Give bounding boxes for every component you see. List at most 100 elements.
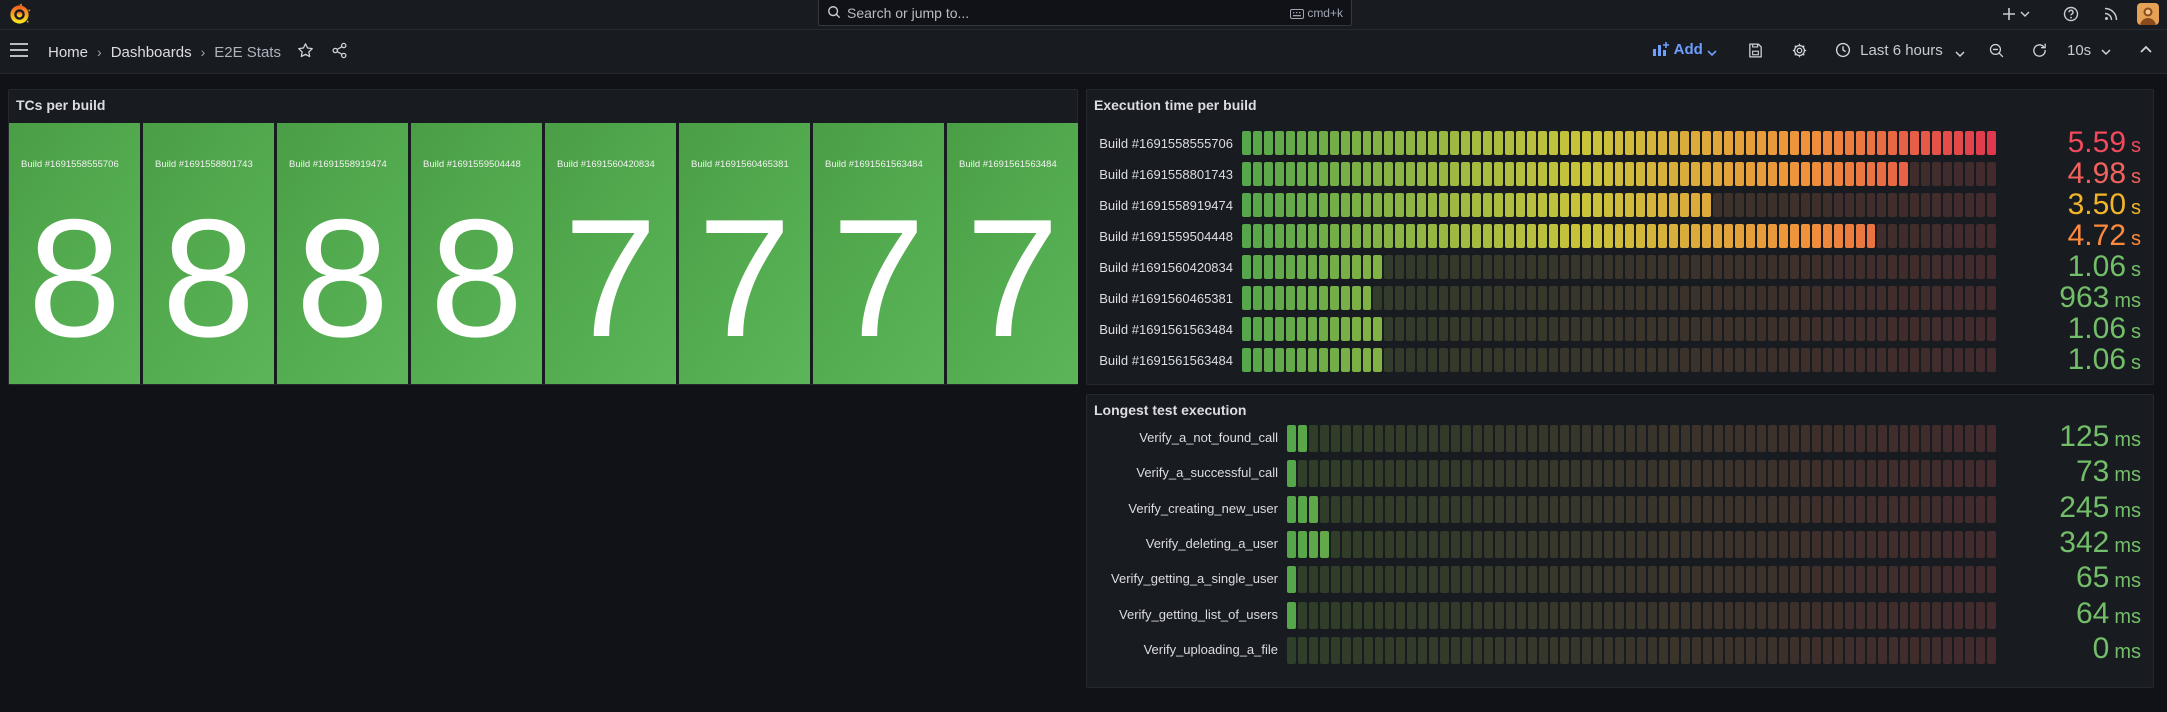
bar-gauge-cell xyxy=(1636,193,1646,217)
breadcrumb-dashboards[interactable]: Dashboards xyxy=(111,44,192,61)
stat-tile[interactable]: Build #1691558555706 8 xyxy=(9,123,140,384)
bar-gauge-cell xyxy=(1636,348,1646,372)
panel-tcs-per-build[interactable]: TCs per build Build #1691558555706 8 Build… xyxy=(8,89,1078,385)
bar-gauge-row[interactable]: Build #1691558555706 5.59 s xyxy=(1087,128,2153,158)
share-icon[interactable] xyxy=(331,42,348,59)
bar-gauge-row[interactable]: Build #1691561563484 1.06 s xyxy=(1087,314,2153,344)
bar-gauge-cell xyxy=(1515,255,1525,279)
bar-gauge-row[interactable]: Verify_a_not_found_call 125 ms xyxy=(1087,422,2153,452)
refresh-icon[interactable] xyxy=(2031,42,2048,59)
bar-gauge-row[interactable]: Verify_deleting_a_user 342 ms xyxy=(1087,527,2153,558)
bar-gauge-cell xyxy=(1877,224,1887,248)
help-icon[interactable] xyxy=(2063,6,2079,22)
star-icon[interactable] xyxy=(297,42,314,59)
bar-gauge-cell xyxy=(1713,425,1723,452)
bar-gauge-cell xyxy=(1527,495,1537,523)
bar-gauge-row[interactable]: Build #1691558919474 3.50 s xyxy=(1087,190,2153,220)
bar-gauge-cell xyxy=(1428,255,1438,279)
plus-icon[interactable] xyxy=(2002,7,2016,21)
bar-gauge-cell xyxy=(1735,601,1745,629)
zoom-out-icon[interactable] xyxy=(1988,42,2005,59)
stat-tile[interactable]: Build #1691558919474 8 xyxy=(277,123,408,384)
bar-gauge-cell xyxy=(1669,224,1679,248)
chevron-down-icon xyxy=(2101,49,2111,56)
bar-gauge-cell xyxy=(1800,162,1810,186)
bar-gauge-cell xyxy=(1647,530,1657,558)
bar-gauge-cell xyxy=(1285,193,1295,217)
search-placeholder: Search or jump to... xyxy=(847,5,970,21)
stat-tile[interactable]: Build #1691560465381 7 xyxy=(679,123,810,384)
stat-tile[interactable]: Build #1691561563484 7 xyxy=(947,123,1078,384)
bar-gauge-cell xyxy=(1779,566,1789,594)
bar-gauge-row[interactable]: Verify_getting_a_single_user 65 ms xyxy=(1087,563,2153,594)
bar-gauge-row[interactable]: Build #1691561563484 1.06 s xyxy=(1087,345,2153,375)
bar-gauge-cell xyxy=(1899,348,1909,372)
bar-gauge-cell xyxy=(1604,460,1614,488)
bar-gauge-cell xyxy=(1822,224,1832,248)
bar-gauge-cell xyxy=(1790,566,1800,594)
bar-gauge-row[interactable]: Build #1691558801743 4.98 s xyxy=(1087,159,2153,189)
bar-gauge-cell xyxy=(1921,348,1931,372)
settings-icon[interactable] xyxy=(1791,42,1808,59)
stat-tile[interactable]: Build #1691560420834 7 xyxy=(545,123,676,384)
bar-gauge-row[interactable]: Verify_getting_list_of_users 64 ms xyxy=(1087,598,2153,629)
bar-gauge-value-number: 73 xyxy=(2075,455,2110,489)
bar-gauge-cell xyxy=(1252,255,1262,279)
bar-gauge-row[interactable]: Build #1691560420834 1.06 s xyxy=(1087,252,2153,282)
bar-gauge-cell xyxy=(1516,460,1526,488)
chevron-right-icon: › xyxy=(200,44,206,61)
bar-gauge-cell xyxy=(1910,348,1920,372)
bar-gauge-cell xyxy=(1406,255,1416,279)
bar-gauge-cell xyxy=(1570,286,1580,310)
bar-gauge-cell xyxy=(1987,317,1996,341)
bar-gauge-row[interactable]: Verify_a_successful_call 73 ms xyxy=(1087,457,2153,488)
bar-gauge-row[interactable]: Verify_uploading_a_file 0 ms xyxy=(1087,633,2153,664)
bar-gauge-cell xyxy=(1965,255,1975,279)
bar-gauge-cell xyxy=(1669,601,1679,629)
breadcrumb-home[interactable]: Home xyxy=(48,44,88,61)
bar-gauge-cell xyxy=(1472,162,1482,186)
bar-gauge-cell xyxy=(1680,348,1690,372)
refresh-interval-picker[interactable]: 10s xyxy=(2067,42,2111,59)
time-range-picker[interactable]: Last 6 hours xyxy=(1835,42,1965,59)
stat-tile[interactable]: Build #1691561563484 7 xyxy=(813,123,944,384)
user-avatar[interactable] xyxy=(2137,3,2159,25)
bar-gauge-cell xyxy=(1822,131,1832,155)
bar-gauge-cell xyxy=(1396,530,1406,558)
panel-longest-test-execution[interactable]: Longest test execution Verify_a_not_foun… xyxy=(1086,394,2154,688)
bar-gauge-row[interactable]: Build #1691560465381 963 ms xyxy=(1087,283,2153,313)
collapse-icon[interactable] xyxy=(2139,44,2153,54)
bar-gauge-cell xyxy=(1462,530,1471,558)
bar-gauge-cell xyxy=(1318,224,1328,248)
bar-gauge-cell xyxy=(1658,348,1668,372)
bar-gauge-cell xyxy=(1592,286,1602,310)
bar-gauge-cell xyxy=(1724,530,1734,558)
bar-gauge-cell xyxy=(1910,495,1920,523)
chevron-down-icon[interactable] xyxy=(2020,10,2030,18)
add-button[interactable]: Add xyxy=(1652,41,1717,58)
grafana-logo[interactable] xyxy=(8,3,31,26)
bar-gauge-cell xyxy=(1604,636,1614,664)
panel-execution-time-per-build[interactable]: Execution time per build Build #16915585… xyxy=(1086,89,2154,385)
bar-gauge-cell xyxy=(1604,566,1614,594)
bar-gauge-cell xyxy=(1526,286,1536,310)
news-icon[interactable] xyxy=(2104,7,2118,21)
bar-gauge-cell xyxy=(1888,286,1898,310)
bar-gauge-cell xyxy=(1581,131,1591,155)
bar-gauge-cell xyxy=(1614,286,1624,310)
bar-gauge-cell xyxy=(1252,286,1262,310)
bar-gauge-row[interactable]: Build #1691559504448 4.72 s xyxy=(1087,221,2153,251)
bar-gauge-cell xyxy=(1789,224,1799,248)
bar-gauge-cell xyxy=(1242,162,1251,186)
menu-icon[interactable] xyxy=(9,42,29,58)
save-icon[interactable] xyxy=(1747,42,1764,59)
stat-tile[interactable]: Build #1691558801743 8 xyxy=(143,123,274,384)
bar-gauge-row[interactable]: Verify_creating_new_user 245 ms xyxy=(1087,492,2153,523)
bar-gauge-cell xyxy=(1581,162,1591,186)
bar-gauge-cell xyxy=(1352,495,1362,523)
stat-tile[interactable]: Build #1691559504448 8 xyxy=(411,123,542,384)
bar-gauge-cell xyxy=(1976,255,1986,279)
bar-gauge-cell xyxy=(1768,530,1778,558)
search-input[interactable]: Search or jump to... cmd+k xyxy=(818,0,1352,26)
bar-gauge-cell xyxy=(1647,286,1657,310)
